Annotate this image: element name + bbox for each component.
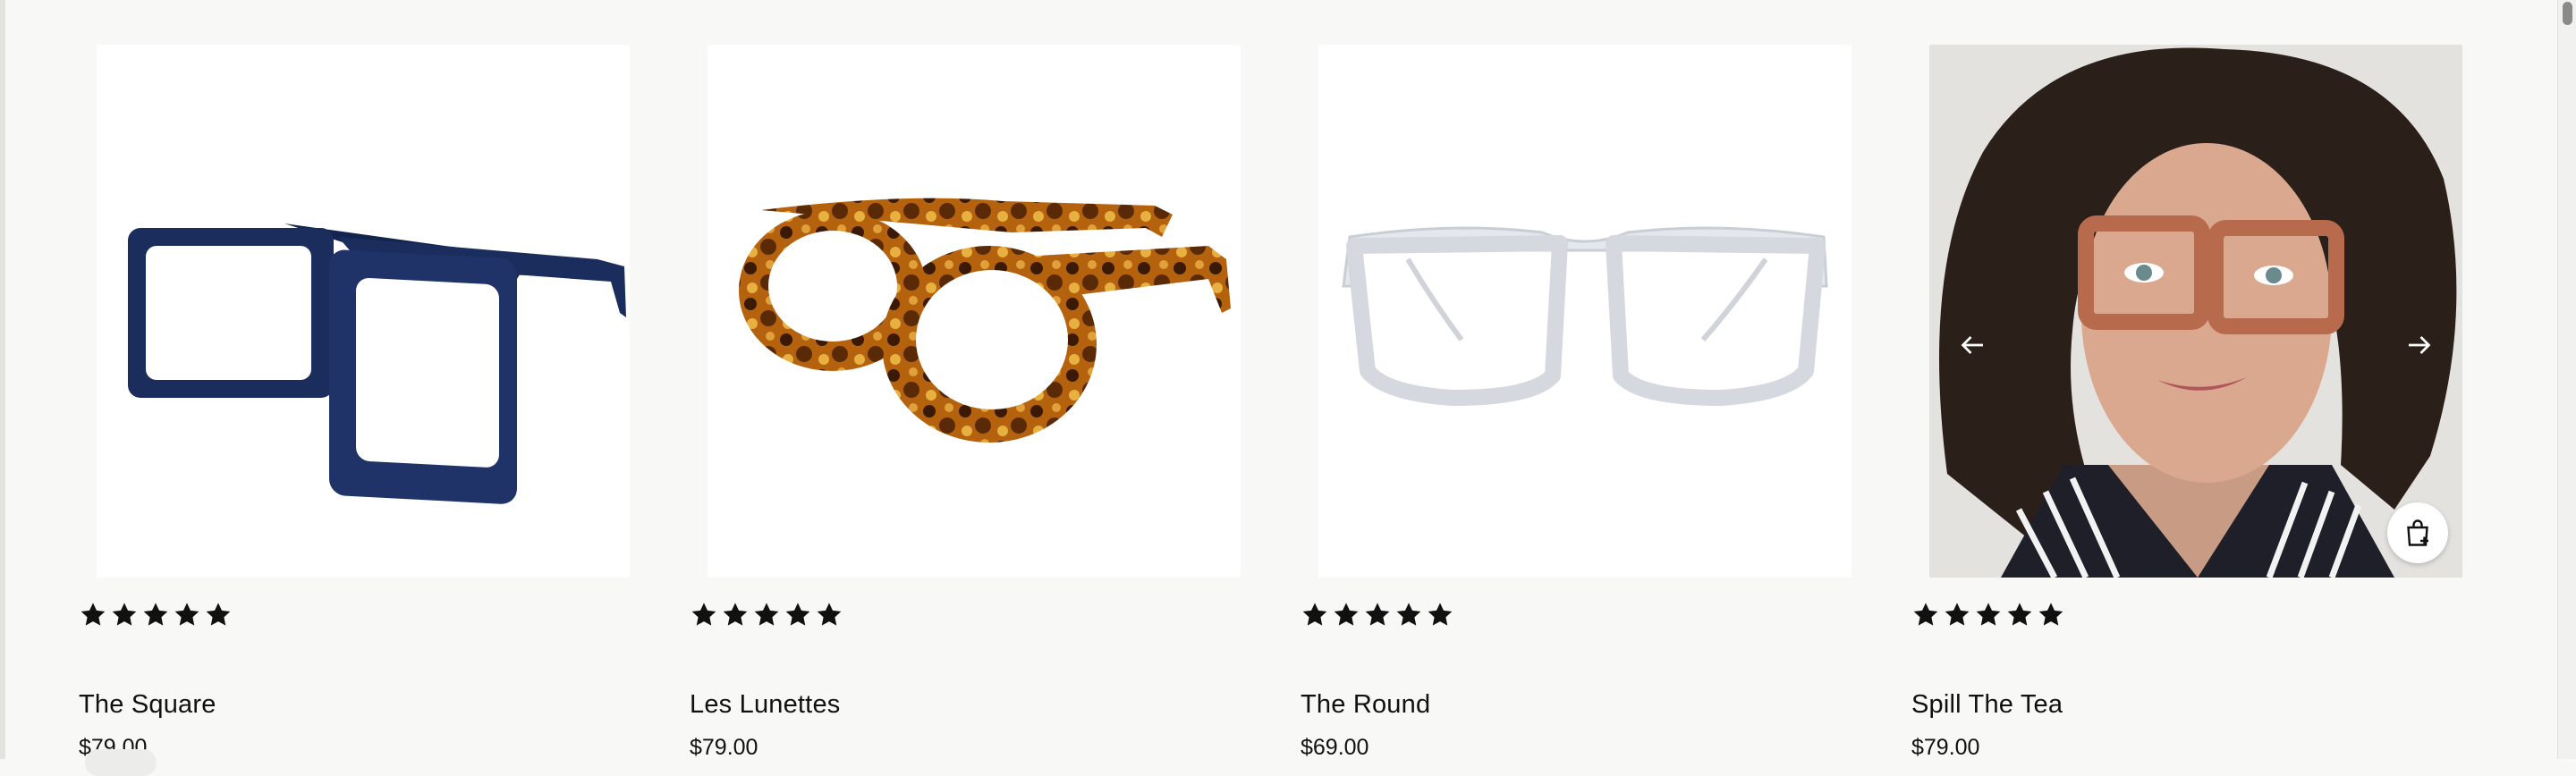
square-glasses-navy-icon <box>128 224 626 504</box>
scrollbar[interactable] <box>2557 0 2576 759</box>
page-left-border <box>0 0 5 759</box>
product-title[interactable]: Les Lunettes <box>690 690 840 720</box>
star-icon <box>1334 603 1359 626</box>
star-icon <box>112 603 137 626</box>
cateye-glasses-tortoise-icon <box>739 198 1231 443</box>
rating-stars <box>79 601 233 629</box>
star-icon <box>1396 603 1421 626</box>
star-icon <box>1976 603 2001 626</box>
product-card-les-lunettes[interactable]: Les Lunettes $79.00 <box>690 45 1241 760</box>
product-price: $79.00 <box>1911 735 1980 760</box>
arrow-right-icon[interactable] <box>2403 329 2436 361</box>
star-icon <box>691 603 716 626</box>
star-icon <box>143 603 168 626</box>
star-icon <box>1945 603 1970 626</box>
product-card-the-square[interactable]: The Square $79.00 <box>79 45 630 760</box>
product-image[interactable] <box>97 45 630 578</box>
product-image[interactable] <box>1318 45 1852 578</box>
star-icon <box>754 603 779 626</box>
product-price: $69.00 <box>1301 735 1369 760</box>
round-glasses-clear-icon <box>1342 226 1828 406</box>
rating-stars <box>1301 601 1454 629</box>
star-icon <box>2038 603 2063 626</box>
star-icon <box>1302 603 1327 626</box>
product-title[interactable]: The Round <box>1301 690 1430 720</box>
partial-button[interactable] <box>85 749 157 776</box>
rating-stars <box>690 601 843 629</box>
model-photo-icon <box>1929 45 2462 578</box>
star-icon <box>817 603 842 626</box>
product-price: $79.00 <box>690 735 758 760</box>
product-card-spill-the-tea[interactable]: Spill The Tea $79.00 <box>1911 45 2462 760</box>
arrow-left-icon[interactable] <box>1956 329 1988 361</box>
star-icon <box>2007 603 2032 626</box>
star-icon <box>723 603 748 626</box>
star-icon <box>206 603 231 626</box>
star-icon <box>1913 603 1938 626</box>
scrollbar-thumb[interactable] <box>2563 2 2572 25</box>
star-icon <box>80 603 106 626</box>
product-title[interactable]: The Square <box>79 690 216 720</box>
quick-add-button[interactable] <box>2387 502 2448 563</box>
shopping-bag-plus-icon <box>2407 519 2428 546</box>
product-image[interactable] <box>708 45 1241 578</box>
star-icon <box>174 603 199 626</box>
star-icon <box>1428 603 1453 626</box>
product-title[interactable]: Spill The Tea <box>1911 690 2063 720</box>
product-card-the-round[interactable]: The Round $69.00 <box>1301 45 1852 760</box>
rating-stars <box>1911 601 2065 629</box>
product-image[interactable] <box>1929 45 2462 578</box>
star-icon <box>1365 603 1390 626</box>
star-icon <box>785 603 810 626</box>
